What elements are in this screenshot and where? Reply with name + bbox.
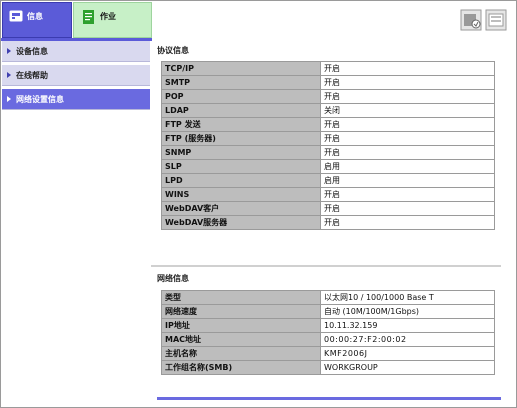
network-value-hostname: KMF2006J	[320, 346, 495, 361]
protocol-value: 开启	[320, 131, 495, 146]
web-console-window: 信息 作业 设备信息 在线帮助 网络设置信息 协议信息 TCP/IP 开启 SM…	[0, 0, 517, 408]
network-table: 类型 以太网10 / 100/1000 Base T 网络速度 自动 (10M/10…	[161, 290, 495, 375]
table-row: MAC地址 00:00:27:F2:00:02	[161, 332, 495, 347]
protocol-value: 开启	[320, 61, 495, 76]
sidebar-item-online-help[interactable]: 在线帮助	[2, 65, 150, 86]
tab-info[interactable]: 信息	[2, 2, 72, 38]
table-row: WebDAV客户 开启	[161, 201, 495, 216]
sidebar-item-label: 设备信息	[16, 46, 48, 56]
table-row: WINS 开启	[161, 187, 495, 202]
protocol-key: LDAP	[161, 103, 321, 118]
table-row: 工作组名称(SMB) WORKGROUP	[161, 360, 495, 375]
protocol-key: WebDAV客户	[161, 201, 321, 216]
tab-info-label: 信息	[27, 12, 43, 21]
protocol-value: 启用	[320, 159, 495, 174]
table-row: 类型 以太网10 / 100/1000 Base T	[161, 290, 495, 305]
protocol-value: 开启	[320, 75, 495, 90]
sidebar-item-device-info[interactable]: 设备信息	[2, 41, 150, 62]
settings-panel-icon[interactable]	[485, 9, 507, 31]
section-divider	[151, 265, 501, 267]
protocol-key: SLP	[161, 159, 321, 174]
tab-job-label: 作业	[100, 12, 116, 21]
sidebar: 设备信息 在线帮助 网络设置信息	[2, 41, 150, 113]
protocol-key: WebDAV服务器	[161, 215, 321, 230]
protocol-key: FTP (服务器)	[161, 131, 321, 146]
protocol-section-title: 协议信息	[157, 46, 189, 55]
table-row: WebDAV服务器 开启	[161, 215, 495, 230]
sidebar-item-network-settings[interactable]: 网络设置信息	[2, 89, 150, 110]
sidebar-item-label: 网络设置信息	[16, 94, 64, 104]
protocol-key: SNMP	[161, 145, 321, 160]
table-row: 主机名称 KMF2006J	[161, 346, 495, 361]
protocol-value: 关闭	[320, 103, 495, 118]
protocol-value: 开启	[320, 215, 495, 230]
chevron-right-icon	[7, 72, 11, 78]
network-value: WORKGROUP	[320, 360, 495, 375]
footer-divider	[157, 397, 501, 400]
protocol-key: SMTP	[161, 75, 321, 90]
protocol-table: TCP/IP 开启 SMTP 开启 POP 开启 LDAP 关闭 FTP 发送 开启 FT…	[161, 61, 495, 230]
info-device-icon	[9, 10, 23, 22]
table-row: POP 开启	[161, 89, 495, 104]
table-row: SLP 启用	[161, 159, 495, 174]
network-value: 自动 (10M/100M/1Gbps)	[320, 304, 495, 319]
protocol-value: 启用	[320, 173, 495, 188]
protocol-value: 开启	[320, 117, 495, 132]
table-row: SMTP 开启	[161, 75, 495, 90]
table-row: 网络速度 自动 (10M/100M/1Gbps)	[161, 304, 495, 319]
protocol-value: 开启	[320, 145, 495, 160]
chevron-right-icon	[7, 48, 11, 54]
protocol-value: 开启	[320, 89, 495, 104]
protocol-key: POP	[161, 89, 321, 104]
network-key: 网络速度	[161, 304, 321, 319]
device-status-icon[interactable]	[460, 9, 482, 31]
protocol-key: LPD	[161, 173, 321, 188]
protocol-key: FTP 发送	[161, 117, 321, 132]
protocol-key: WINS	[161, 187, 321, 202]
protocol-key: TCP/IP	[161, 61, 321, 76]
network-key: 类型	[161, 290, 321, 305]
network-value: 以太网10 / 100/1000 Base T	[320, 290, 495, 305]
protocol-value: 开启	[320, 201, 495, 216]
document-icon	[83, 10, 94, 24]
table-row: SNMP 开启	[161, 145, 495, 160]
sidebar-item-label: 在线帮助	[16, 70, 48, 80]
network-section-title: 网络信息	[157, 274, 189, 283]
table-row: IP地址 10.11.32.159	[161, 318, 495, 333]
table-row: LPD 启用	[161, 173, 495, 188]
network-value: 10.11.32.159	[320, 318, 495, 333]
network-key: IP地址	[161, 318, 321, 333]
network-value-mac: 00:00:27:F2:00:02	[320, 332, 495, 347]
table-row: LDAP 关闭	[161, 103, 495, 118]
tab-job[interactable]: 作业	[73, 2, 152, 38]
protocol-value: 开启	[320, 187, 495, 202]
network-key: 工作组名称(SMB)	[161, 360, 321, 375]
table-row: TCP/IP 开启	[161, 61, 495, 76]
network-key: 主机名称	[161, 346, 321, 361]
table-row: FTP 发送 开启	[161, 117, 495, 132]
network-key: MAC地址	[161, 332, 321, 347]
chevron-right-icon	[7, 96, 11, 102]
table-row: FTP (服务器) 开启	[161, 131, 495, 146]
